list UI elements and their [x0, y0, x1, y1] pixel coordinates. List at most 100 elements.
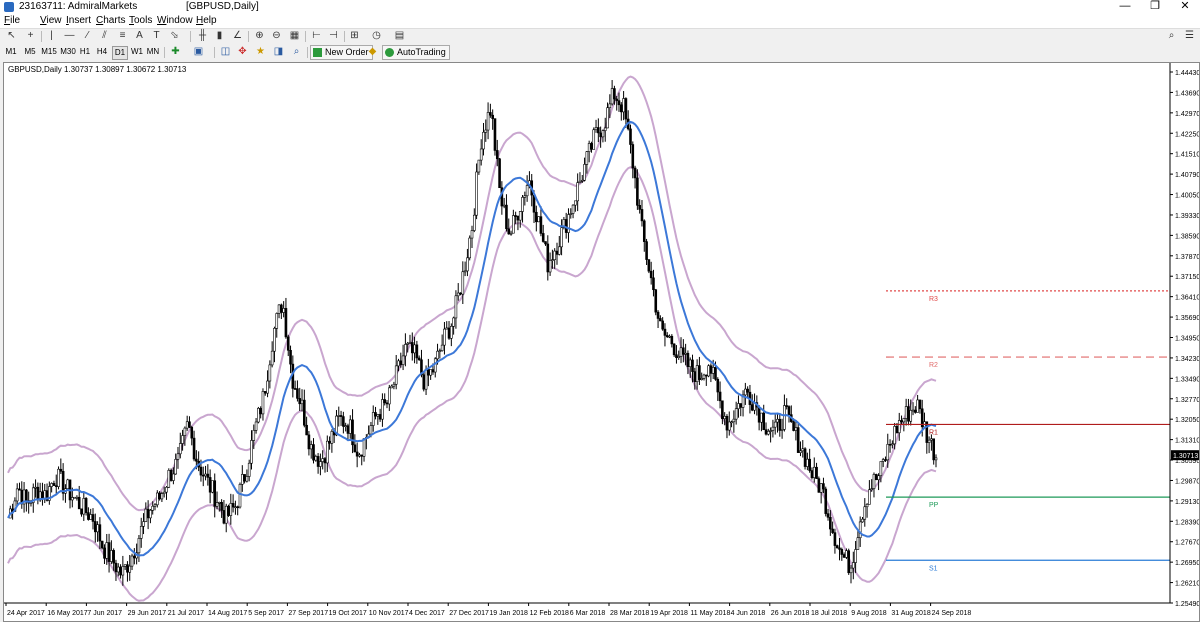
trendline-icon[interactable]: ⁄ [81, 30, 94, 42]
tf-m30[interactable]: M30 [59, 46, 77, 58]
candle-body [378, 414, 382, 420]
candle-body [447, 327, 451, 339]
title-bar: 23163711: AdmiralMarkets [GBPUSD,Daily] … [0, 0, 1200, 14]
menu-insert[interactable]: Insert [66, 15, 91, 26]
candle-body [580, 179, 584, 182]
line-chart-icon[interactable]: ∠ [231, 30, 244, 42]
candle-body [268, 364, 272, 382]
restore-button[interactable]: ❐ [1140, 0, 1170, 14]
new-order-icon [313, 48, 322, 57]
shapes-icon[interactable]: ⬂ [168, 30, 181, 42]
candle-body [927, 439, 931, 443]
candle-body [93, 521, 97, 533]
candle-body [160, 493, 164, 500]
navigator-icon[interactable]: ✥ [236, 46, 249, 58]
terminal-icon[interactable]: ◨ [272, 46, 285, 58]
tile-windows-icon[interactable]: ▦ [288, 30, 301, 42]
tf-m1[interactable]: M1 [4, 46, 18, 58]
metaeditor-icon[interactable]: ◆ [366, 46, 379, 58]
candle-body [121, 566, 125, 576]
tf-mn[interactable]: MN [146, 46, 160, 58]
candle-body [507, 228, 511, 235]
price-tick-label: 1.34230 [1175, 356, 1199, 363]
menu-tools[interactable]: Tools [129, 15, 152, 26]
date-tick-label: 16 May 2017 [47, 610, 88, 617]
candle-body [319, 461, 322, 467]
candle-body [606, 107, 609, 129]
candle-body [865, 504, 869, 508]
menu-lines-icon[interactable]: ☰ [1183, 30, 1196, 42]
candle-body [663, 328, 667, 336]
indicators-icon[interactable]: ⊞ [348, 30, 361, 42]
candle-body [410, 342, 414, 354]
new-chart-icon[interactable]: ✚ [169, 46, 182, 58]
candle-body [146, 508, 150, 519]
candlestick-icon[interactable]: ▮ [213, 30, 226, 42]
autoscroll-icon[interactable]: ⊣ [327, 30, 340, 42]
candle-body [484, 129, 488, 133]
bar-chart-icon[interactable]: ╫ [196, 30, 209, 42]
chart-shift-icon[interactable]: ⊢ [310, 30, 323, 42]
market-watch-icon[interactable]: ◫ [219, 46, 232, 58]
zoom-in-icon[interactable]: ⊕ [253, 30, 266, 42]
zoom-out-icon[interactable]: ⊖ [270, 30, 283, 42]
vertical-line-icon[interactable]: | [45, 30, 58, 42]
candle-body [114, 562, 118, 573]
menu-window[interactable]: Window [157, 15, 193, 26]
candle-body [548, 260, 552, 273]
tf-h4[interactable]: H4 [95, 46, 109, 58]
candle-body [427, 368, 430, 376]
date-tick-label: 19 Oct 2017 [329, 610, 367, 617]
templates-icon[interactable]: ▤ [393, 30, 406, 42]
candle-body [282, 308, 285, 313]
tf-w1[interactable]: W1 [130, 46, 144, 58]
tester-icon[interactable]: ⌕ [290, 46, 303, 58]
fibonacci-icon[interactable]: ≡ [116, 30, 129, 42]
close-button[interactable]: ✕ [1170, 0, 1200, 14]
candle-body [36, 486, 40, 501]
date-tick-label: 29 Jun 2017 [128, 610, 167, 617]
autotrading-button[interactable]: AutoTrading [382, 45, 450, 60]
menu-help[interactable]: Help [196, 15, 217, 26]
profiles-icon[interactable]: ▣ [192, 46, 205, 58]
price-tick-label: 1.39330 [1175, 213, 1199, 220]
candle-body [535, 211, 538, 223]
candle-body [213, 480, 217, 507]
menu-charts[interactable]: Charts [96, 15, 125, 26]
cursor-icon[interactable]: ↖ [5, 30, 18, 42]
candle-body [323, 458, 327, 464]
tf-d1[interactable]: D1 [112, 46, 128, 60]
candle-body [415, 344, 419, 359]
periods-icon[interactable]: ◷ [370, 30, 383, 42]
candle-body [824, 488, 828, 514]
minimize-button[interactable]: — [1110, 0, 1140, 14]
date-tick-label: 24 Apr 2017 [7, 610, 45, 617]
search-icon[interactable]: ⌕ [1165, 30, 1178, 42]
crosshair-icon[interactable]: + [24, 30, 37, 42]
tf-m5[interactable]: M5 [22, 46, 38, 58]
candle-body [557, 246, 561, 255]
candle-body [270, 350, 274, 366]
text-icon[interactable]: A [133, 30, 146, 42]
tf-h1[interactable]: H1 [78, 46, 92, 58]
candle-body [316, 456, 320, 467]
price-tick-label: 1.25490 [1175, 601, 1199, 608]
price-tick-label: 1.40050 [1175, 193, 1199, 200]
chart-window[interactable]: GBPUSD,Daily 1.30737 1.30897 1.30672 1.3… [3, 62, 1200, 622]
candle-body [328, 440, 331, 444]
candle-body [888, 443, 892, 446]
new-order-button[interactable]: New Order [310, 45, 373, 60]
price-chart[interactable]: R3 R2 R1 PP S1 1.44430 1.43690 1.42970 1.42250 1… [4, 63, 1199, 621]
menu-view[interactable]: View [40, 15, 62, 26]
candle-body [670, 335, 674, 345]
tf-m15[interactable]: M15 [40, 46, 58, 58]
candle-body [401, 355, 405, 365]
horizontal-line-icon[interactable]: — [63, 30, 76, 42]
favorites-icon[interactable]: ★ [254, 46, 267, 58]
menu-file[interactable]: File [4, 15, 20, 26]
channel-icon[interactable]: ⫽ [98, 30, 111, 42]
candle-body [234, 506, 237, 509]
text-label-icon[interactable]: T [150, 30, 163, 42]
candle-body [815, 466, 818, 479]
candle-body [470, 230, 474, 239]
